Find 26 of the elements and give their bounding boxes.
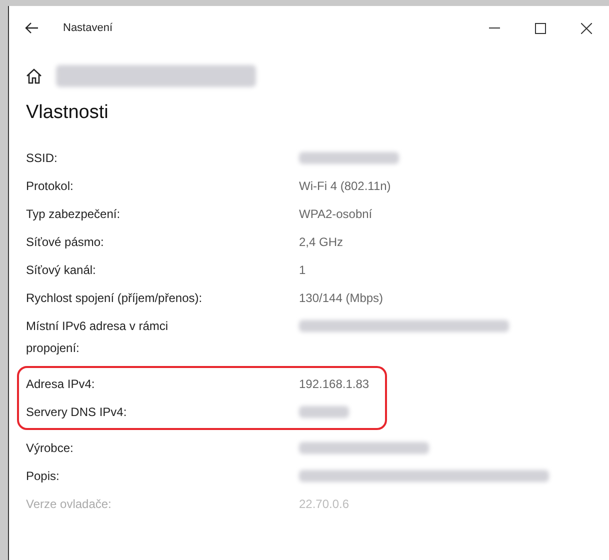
- property-value: 192.168.1.83: [299, 376, 370, 393]
- window-title: Nastavení: [63, 22, 114, 34]
- property-value: WPA2-osobní: [299, 206, 372, 223]
- property-label: Místní IPv6 adresa v rámci propojení:: [26, 318, 170, 357]
- home-icon[interactable]: [26, 68, 42, 84]
- property-label: Popis:: [26, 468, 60, 485]
- property-label: Servery DNS IPv4:: [26, 404, 128, 421]
- property-value: 1: [299, 262, 306, 279]
- maximize-icon: [534, 22, 546, 34]
- close-icon: [580, 22, 592, 34]
- property-label: Síťový kanál:: [26, 262, 97, 279]
- property-label: Verze ovladače:: [26, 496, 112, 513]
- property-label: Typ zabezpečení:: [26, 206, 122, 223]
- property-label: Výrobce:: [26, 440, 74, 457]
- minimize-icon: [488, 27, 500, 29]
- property-value: Wi-Fi 4 (802.11n): [299, 178, 391, 195]
- property-label: Rychlost spojení (příjem/přenos):: [26, 290, 204, 307]
- property-label: Adresa IPv4:: [26, 376, 96, 393]
- property-value: 130/144 (Mbps): [299, 290, 384, 307]
- property-label: Síťové pásmo:: [26, 234, 105, 251]
- section-title: Vlastnosti: [26, 102, 110, 124]
- property-value: 2,4 GHz: [299, 234, 344, 251]
- property-value: 22.70.0.6: [299, 496, 350, 513]
- property-label: SSID:: [26, 150, 58, 167]
- back-arrow-icon: [25, 22, 39, 34]
- property-label: Protokol:: [26, 178, 74, 195]
